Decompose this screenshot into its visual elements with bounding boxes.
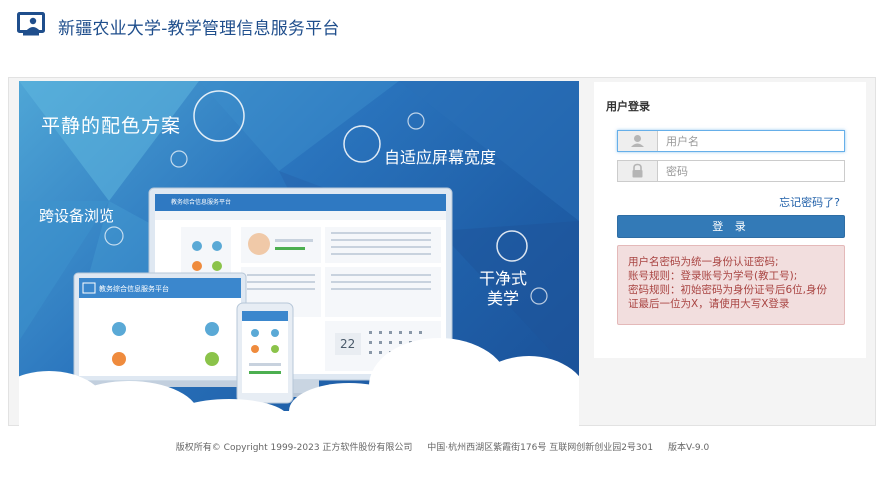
footer-copyright: 版权所有© Copyright 1999-2023 正方软件股份有限公司 bbox=[175, 443, 413, 453]
forgot-password-link[interactable]: 忘记密码了? bbox=[779, 194, 840, 210]
password-input[interactable] bbox=[658, 161, 850, 181]
notice-line: 证最后一位为X，请使用大写X登录 bbox=[628, 298, 790, 310]
password-field[interactable] bbox=[617, 160, 850, 182]
page-header: 新疆农业大学-教学管理信息服务平台 bbox=[0, 0, 885, 54]
notice-line: 密码规则：初始密码为身份证号后6位,身份 bbox=[628, 284, 828, 296]
username-input[interactable] bbox=[658, 131, 850, 151]
mock-calendar-day: 22 bbox=[340, 337, 356, 351]
page-footer: 版权所有© Copyright 1999-2023 正方软件股份有限公司 中国·… bbox=[0, 440, 885, 453]
banner-slogan-1: 平静的配色方案 bbox=[41, 115, 182, 137]
user-icon bbox=[618, 131, 658, 151]
logo-icon bbox=[17, 12, 45, 36]
notice-line: 账号规则：登录账号为学号(教工号); bbox=[628, 270, 798, 282]
login-button[interactable]: 登 录 bbox=[617, 215, 845, 238]
main-container: 平静的配色方案 自适应屏幕宽度 跨设备浏览 干净式 美学 教务综合信息服务平台 … bbox=[8, 77, 876, 426]
lock-icon bbox=[618, 161, 658, 181]
footer-version: 版本V-9.0 bbox=[667, 443, 710, 453]
mock-laptop-title: 教务综合信息服务平台 bbox=[99, 285, 169, 293]
notice-line: 用户名密码为统一身份认证密码; bbox=[628, 256, 779, 268]
login-panel: 用户登录 忘记密码了? 登 录 用户名密码为统一身份认证密码; bbox=[594, 82, 866, 358]
login-notice: 用户名密码为统一身份认证密码; 账号规则：登录账号为学号(教工号); 密码规则：… bbox=[617, 245, 845, 325]
banner-slogan-3: 跨设备浏览 bbox=[39, 207, 115, 225]
mock-desktop-title: 教务综合信息服务平台 bbox=[171, 199, 232, 206]
site-title: 新疆农业大学-教学管理信息服务平台 bbox=[58, 19, 340, 39]
promo-banner: 平静的配色方案 自适应屏幕宽度 跨设备浏览 干净式 美学 教务综合信息服务平台 … bbox=[19, 81, 579, 426]
banner-slogan-4b: 美学 bbox=[487, 289, 520, 308]
footer-address: 中国·杭州西湖区紫霞街176号 互联网创新创业园2号301 bbox=[427, 443, 654, 453]
login-title: 用户登录 bbox=[606, 100, 650, 113]
username-field[interactable] bbox=[617, 130, 850, 152]
banner-slogan-2: 自适应屏幕宽度 bbox=[384, 148, 497, 167]
